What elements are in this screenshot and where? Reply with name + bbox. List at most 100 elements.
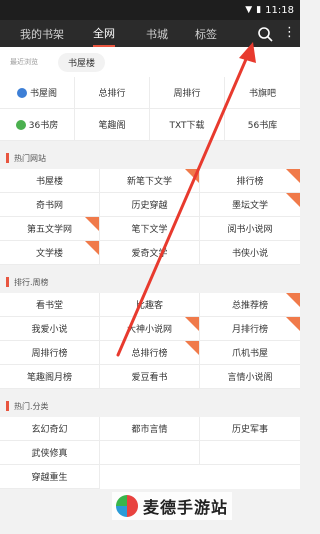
grid-item[interactable]: 武侠修真 xyxy=(0,441,100,465)
grid-item-label: 墨坛文学 xyxy=(231,201,268,211)
grid-item[interactable]: 我爱小说 xyxy=(0,317,100,341)
grid-item[interactable]: 阅书小说网 xyxy=(200,217,300,241)
grid-item-label: 书屋楼 xyxy=(35,177,63,187)
grid-item[interactable]: 新笔下文学 xyxy=(100,169,200,193)
signal-icon: ▼ xyxy=(245,5,253,15)
corner-badge xyxy=(286,169,300,183)
section-title: 排行.周榜 xyxy=(14,277,49,287)
search-icon[interactable] xyxy=(257,26,273,42)
source-label: 书旗吧 xyxy=(248,89,276,99)
grid-item-label: 玄幻奇幻 xyxy=(31,425,68,435)
section-title: 热门网站 xyxy=(14,153,46,163)
source-label: 书屋阁 xyxy=(29,89,57,99)
grid-item[interactable]: 言情小说阁 xyxy=(200,365,300,389)
more-menu-icon[interactable]: ⋮ xyxy=(283,25,296,41)
corner-badge xyxy=(286,317,300,331)
tab-bookshelf[interactable]: 我的书架 xyxy=(20,20,64,47)
grid-item-label: 爪机书屋 xyxy=(231,349,268,359)
tab-all-web[interactable]: 全网 xyxy=(93,20,115,47)
grid-item[interactable]: 总推荐榜 xyxy=(200,293,300,317)
grid-item[interactable]: 爱豆看书 xyxy=(100,365,200,389)
watermark: 麦德手游站 xyxy=(112,492,233,520)
source-item[interactable]: 周排行 xyxy=(150,77,225,109)
grid-item[interactable]: 爪机书屋 xyxy=(200,341,300,365)
source-item[interactable]: TXT下载 xyxy=(150,109,225,141)
grid-item[interactable]: 笔趣阁月榜 xyxy=(0,365,100,389)
grid-item-label: 爱豆看书 xyxy=(131,373,168,383)
rankings-grid: 看书堂 比趣客 总推荐榜 我爱小说 大神小说网 月排行榜 周排行榜 总排行榜 爪… xyxy=(0,293,300,389)
grid-item[interactable]: 历史军事 xyxy=(200,417,300,441)
grid-item[interactable]: 大神小说网 xyxy=(100,317,200,341)
grid-item[interactable]: 爱奇文学 xyxy=(100,241,200,265)
grid-item[interactable]: 奇书网 xyxy=(0,193,100,217)
grid-item-label: 月排行榜 xyxy=(231,325,268,335)
grid-item-label: 穿越重生 xyxy=(31,473,68,483)
grid-item-label: 阅书小说网 xyxy=(227,225,273,235)
grid-item[interactable]: 历史穿越 xyxy=(100,193,200,217)
grid-item[interactable]: 月排行榜 xyxy=(200,317,300,341)
grid-item[interactable]: 看书堂 xyxy=(0,293,100,317)
grid-item-label: 奇书网 xyxy=(35,201,63,211)
grid-item-label: 总推荐榜 xyxy=(231,301,268,311)
corner-badge xyxy=(85,241,99,255)
grid-item[interactable]: 都市言情 xyxy=(100,417,200,441)
section-title: 热门.分类 xyxy=(14,401,49,411)
grid-item-label: 总排行榜 xyxy=(131,349,168,359)
tab-tags[interactable]: 标签 xyxy=(195,20,217,47)
section-marker xyxy=(6,401,9,411)
corner-badge xyxy=(286,193,300,207)
grid-item[interactable]: 玄幻奇幻 xyxy=(0,417,100,441)
source-item[interactable]: 56书库 xyxy=(225,109,300,141)
grid-item[interactable] xyxy=(200,441,300,465)
source-item[interactable]: 总排行 xyxy=(75,77,150,109)
grid-item[interactable]: 书侠小说 xyxy=(200,241,300,265)
grid-item[interactable]: 总排行榜 xyxy=(100,341,200,365)
battery-icon: ▮ xyxy=(256,5,262,15)
grid-item[interactable]: 墨坛文学 xyxy=(200,193,300,217)
grid-item-label: 排行榜 xyxy=(236,177,264,187)
grid-item[interactable]: 周排行榜 xyxy=(0,341,100,365)
grid-item-label: 我爱小说 xyxy=(31,325,68,335)
grid-item[interactable]: 比趣客 xyxy=(100,293,200,317)
grid-item-label: 新笔下文学 xyxy=(126,177,172,187)
grid-item-label: 书侠小说 xyxy=(231,249,268,259)
grid-item-label: 看书堂 xyxy=(35,301,63,311)
grid-item[interactable]: 穿越重生 xyxy=(0,465,100,489)
grid-item-label: 历史军事 xyxy=(231,425,268,435)
corner-badge xyxy=(185,169,199,183)
corner-badge xyxy=(185,317,199,331)
source-label: 笔趣阁 xyxy=(98,121,126,131)
grid-item[interactable]: 文学楼 xyxy=(0,241,100,265)
source-item[interactable]: 36书房 xyxy=(0,109,75,141)
section-header-rankings: 排行.周榜 xyxy=(0,271,300,293)
grid-item-label: 武侠修真 xyxy=(31,449,68,459)
grid-item-label: 言情小说阁 xyxy=(227,373,273,383)
corner-badge xyxy=(85,217,99,231)
site-logo-icon xyxy=(16,87,27,98)
recent-label: 最近浏览 xyxy=(10,58,38,66)
grid-item[interactable]: 笔下文学 xyxy=(100,217,200,241)
status-bar: ▼ ▮ 11:18 xyxy=(0,0,300,20)
section-marker xyxy=(6,277,9,287)
grid-item-label: 爱奇文学 xyxy=(131,249,168,259)
grid-item[interactable]: 第五文学网 xyxy=(0,217,100,241)
source-item[interactable]: 书旗吧 xyxy=(225,77,300,109)
grid-item-label: 文学楼 xyxy=(35,249,63,259)
source-label: 36书房 xyxy=(28,121,59,131)
source-label: 周排行 xyxy=(173,89,201,99)
source-label: 56书库 xyxy=(247,121,278,131)
site-logo-icon xyxy=(15,119,26,130)
grid-item[interactable] xyxy=(100,441,200,465)
recent-chip[interactable]: 书屋楼 xyxy=(58,52,106,72)
source-label: 总排行 xyxy=(98,89,126,99)
section-header-categories: 热门.分类 xyxy=(0,395,300,417)
tab-bookstore[interactable]: 书城 xyxy=(146,20,168,47)
section-marker xyxy=(6,153,9,163)
source-item[interactable]: 书屋阁 xyxy=(0,77,75,109)
recent-bar: 最近浏览 书屋楼 xyxy=(0,47,300,77)
source-item[interactable]: 笔趣阁 xyxy=(75,109,150,141)
watermark-text: 麦德手游站 xyxy=(143,498,229,517)
grid-item[interactable]: 排行榜 xyxy=(200,169,300,193)
grid-item-label: 周排行榜 xyxy=(31,349,68,359)
grid-item[interactable]: 书屋楼 xyxy=(0,169,100,193)
